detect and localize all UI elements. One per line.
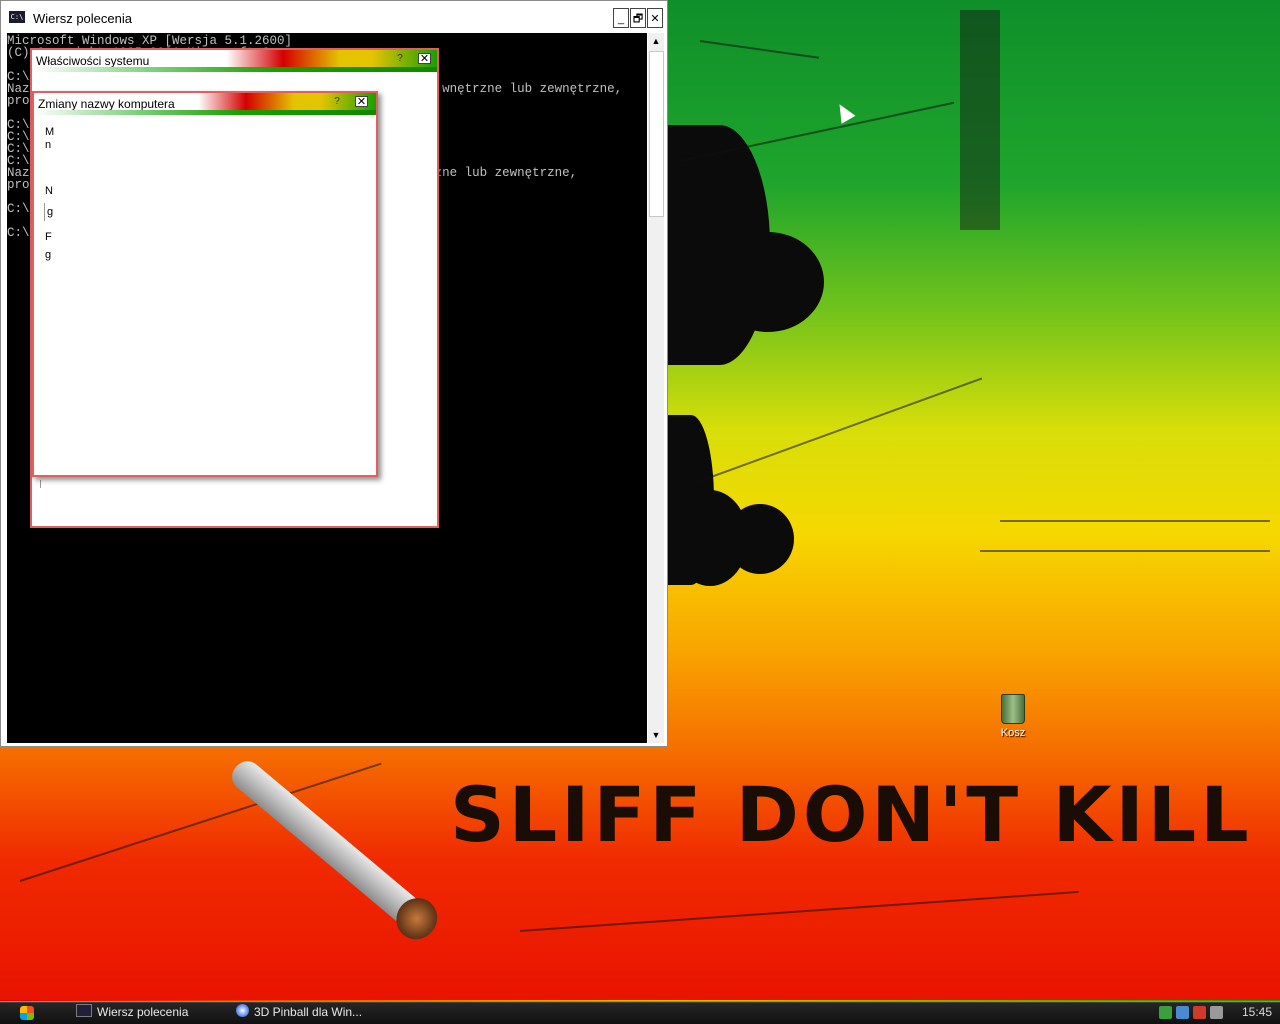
wallpaper-streak [699,377,983,482]
title-stripe [32,67,437,72]
joint-graphic [226,755,446,948]
input-edge [44,203,45,221]
console-title: Wiersz polecenia [33,11,132,26]
scroll-up-icon[interactable]: ▲ [648,33,664,49]
scroll-thumb[interactable] [649,51,664,217]
console-scrollbar[interactable]: ▲ ▼ [648,33,664,743]
text-fragment: n [45,139,52,151]
recycle-bin-shortcut[interactable]: Kosz [990,694,1036,739]
wallpaper-slogan: SLIFF DON'T KILL [450,770,1253,859]
wallpaper-streak [699,40,819,59]
windows-logo-icon [20,1006,34,1020]
taskbar-item-label: Wiersz polecenia [97,1005,189,1019]
rename-computer-titlebar[interactable]: Zmiany nazwy komputera ? ✕ [34,93,376,115]
taskbar-item-console[interactable]: Wiersz polecenia [76,1003,188,1022]
help-icon[interactable]: ? [331,96,343,108]
restore-button[interactable]: 🗗 [630,8,646,28]
system-tray: 15:45 [1155,1003,1280,1022]
rename-computer-title: Zmiany nazwy komputera [38,97,175,111]
network-icon[interactable] [1159,1006,1172,1019]
title-stripe [34,110,376,115]
tray-clock: 15:45 [1241,1005,1272,1019]
taskbar: Wiersz polecenia 3D Pinball dla Win... 1… [0,1001,1280,1024]
minimize-button[interactable]: _ [613,8,629,28]
system-properties-title: Właściwości systemu [36,54,150,68]
console-titlebar[interactable]: C:\ Wiersz polecenia _ 🗗 ✕ [1,1,667,33]
wallpaper-blob [712,232,824,332]
taskbar-item-label: 3D Pinball dla Win... [254,1005,363,1019]
help-icon[interactable]: ? [394,53,406,65]
scroll-down-icon[interactable]: ▼ [648,727,664,743]
start-button[interactable] [14,1004,40,1022]
wallpaper-streak [519,890,1079,932]
wallpaper-streak [980,550,1270,552]
console-icon: C:\ [9,11,25,23]
wallpaper-blob [726,504,794,574]
checkbox-edge [40,480,41,488]
pinball-icon [236,1004,249,1017]
system-properties-titlebar[interactable]: Właściwości systemu ? ✕ [32,50,437,72]
volume-icon[interactable] [1210,1006,1223,1019]
security-shield-icon[interactable] [1193,1006,1206,1019]
recycle-bin-label: Kosz [1000,727,1026,739]
joint-tip [387,889,446,948]
close-button[interactable]: ✕ [355,96,368,108]
text-fragment: g [45,249,52,261]
display-icon[interactable] [1176,1006,1189,1019]
wallpaper-streak [960,10,1000,230]
taskbar-item-pinball[interactable]: 3D Pinball dla Win... [236,1003,362,1022]
console-icon [76,1004,92,1017]
text-fragment: M [45,126,55,138]
text-fragment: N [45,185,53,197]
mouse-cursor [832,100,856,124]
close-button[interactable]: ✕ [647,8,663,28]
text-fragment: F [45,231,52,243]
recycle-bin-icon [1001,694,1025,724]
rename-computer-dialog[interactable]: Zmiany nazwy komputera ? ✕ M n N g F g [32,91,378,477]
computer-name-field[interactable]: g [47,206,53,218]
wallpaper-streak [1000,520,1270,522]
close-button[interactable]: ✕ [418,53,431,65]
